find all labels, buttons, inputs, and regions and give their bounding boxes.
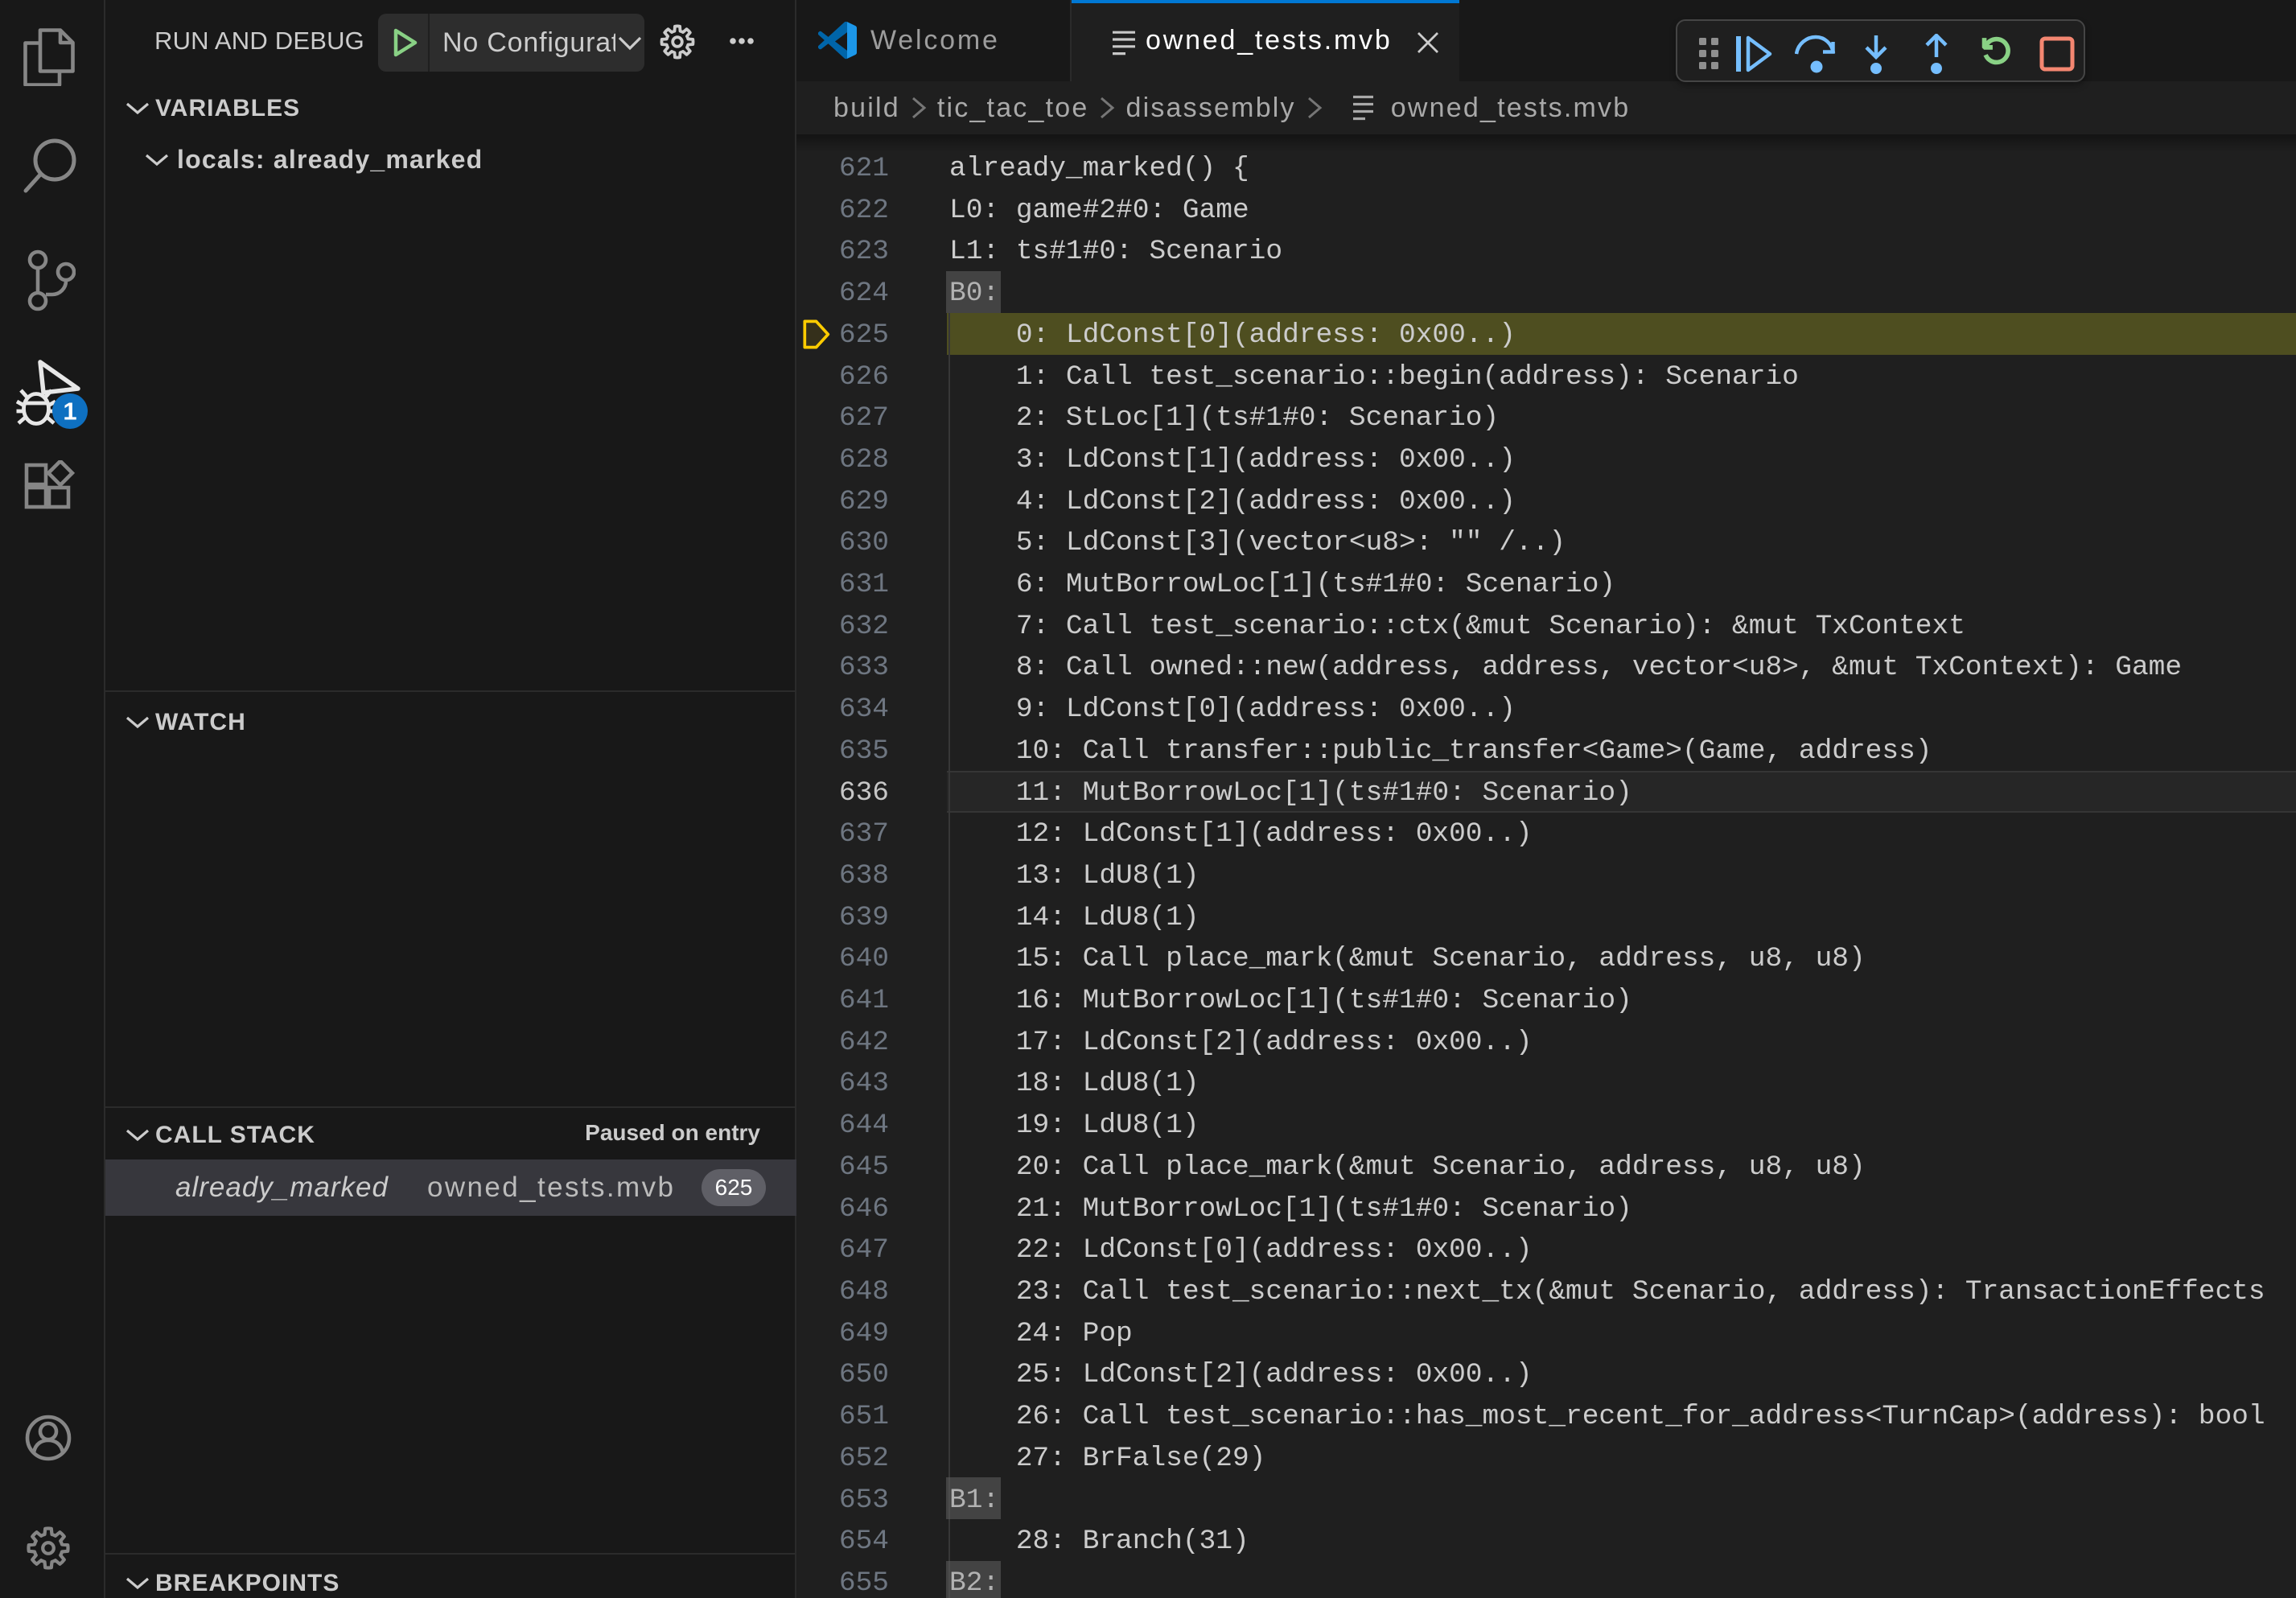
svg-text:1: 1: [63, 397, 76, 426]
